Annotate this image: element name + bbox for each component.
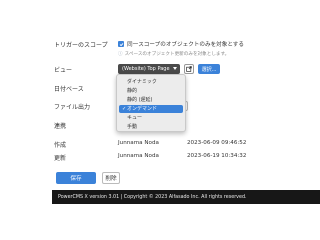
publish-type-dropdown[interactable]: ダイナミック 静的 静的 (遅延) ✓ オンデマンド キュー 手動 — [116, 74, 186, 132]
view-label: ビュー — [54, 67, 73, 74]
scope-note-text: スペースのオブジェクト更新のみを対象とします。 — [124, 52, 230, 57]
check-icon — [119, 42, 123, 46]
trigger-scope-label: トリガーのスコープ — [54, 42, 108, 49]
dropdown-option[interactable]: 手動 — [117, 123, 185, 131]
external-link-icon — [186, 66, 192, 72]
same-scope-checkbox[interactable] — [118, 41, 124, 47]
view-select[interactable]: (Website) Top Page — [118, 64, 180, 74]
select-view-button[interactable]: 選択... — [198, 64, 220, 74]
dropdown-option[interactable]: 静的 (遅延) — [117, 96, 185, 104]
dropdown-option[interactable]: ダイナミック — [117, 78, 185, 86]
created-date: 2023-06-09 09:46:52 — [187, 140, 247, 146]
updated-date: 2023-06-19 10:34:32 — [187, 153, 247, 159]
checkmark-icon: ✓ — [122, 106, 127, 112]
created-user: Junnama Noda — [118, 140, 159, 146]
created-label: 作成 — [54, 142, 67, 149]
date-base-label: 日付ベース — [54, 86, 84, 93]
open-external-button[interactable] — [184, 64, 194, 74]
scope-note: ⓘ スペースのオブジェクト更新のみを対象とします。 — [118, 51, 229, 57]
dropdown-option-selected[interactable]: ✓ オンデマンド — [119, 105, 183, 113]
same-scope-checkbox-label[interactable]: 同一スコープのオブジェクトのみを対象とする — [127, 40, 244, 48]
footer-copyright: PowerCMS X version 3.01 | Copyright © 20… — [58, 194, 247, 200]
updated-user: Junnama Noda — [118, 153, 159, 159]
info-icon: ⓘ — [118, 52, 123, 57]
footer: PowerCMS X version 3.01 | Copyright © 20… — [52, 190, 320, 204]
view-select-value: (Website) Top Page — [122, 66, 170, 72]
dropdown-option[interactable]: キュー — [117, 114, 185, 122]
delete-button[interactable]: 削除 — [102, 172, 120, 184]
dropdown-option-label: オンデマンド — [127, 106, 158, 112]
save-button[interactable]: 保存 — [56, 172, 96, 184]
dropdown-option[interactable]: 静的 — [117, 87, 185, 95]
file-output-label: ファイル出力 — [54, 104, 91, 111]
chevron-down-icon — [173, 67, 177, 70]
updated-label: 更新 — [54, 155, 67, 162]
interval-label: 連携 — [54, 123, 67, 130]
